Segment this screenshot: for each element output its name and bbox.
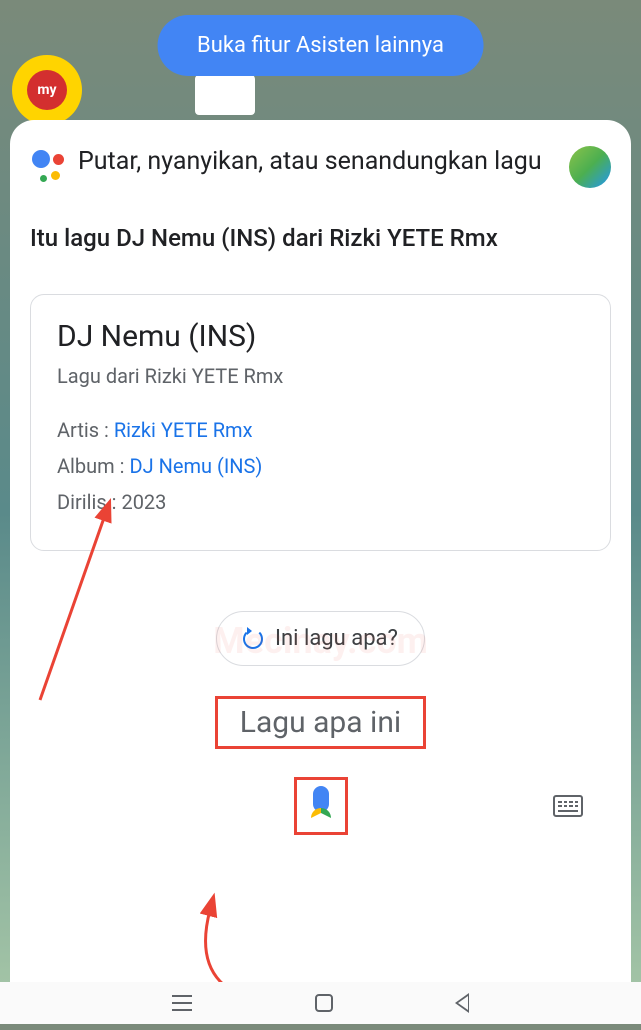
bg-app-icon: my xyxy=(27,70,67,110)
suggestion-chip-row: Ini lagu apa? xyxy=(30,611,611,666)
released-value: 2023 xyxy=(121,490,166,514)
song-artist-row: Artis : Rizki YETE Rmx xyxy=(57,418,584,442)
retry-song-chip[interactable]: Ini lagu apa? xyxy=(216,611,425,666)
nav-back-button[interactable] xyxy=(455,993,469,1013)
song-album-row: Album : DJ Nemu (INS) xyxy=(57,454,584,478)
android-nav-bar xyxy=(0,982,641,1024)
nav-home-button[interactable] xyxy=(315,994,333,1012)
google-assistant-icon xyxy=(30,148,66,184)
song-subtitle: Lagu dari Rizki YETE Rmx xyxy=(57,364,584,388)
keyboard-button[interactable] xyxy=(553,795,583,817)
refresh-icon xyxy=(243,629,263,649)
song-result-card[interactable]: DJ Nemu (INS) Lagu dari Rizki YETE Rmx A… xyxy=(30,294,611,551)
mic-stand-icon xyxy=(311,808,331,818)
user-query-text: Lagu apa ini xyxy=(240,705,401,740)
mic-highlight-box xyxy=(294,777,348,835)
song-released-row: Dirilis : 2023 xyxy=(57,490,584,514)
released-label: Dirilis : xyxy=(57,490,121,514)
assistant-more-features-button[interactable]: Buka fitur Asisten lainnya xyxy=(157,15,484,76)
user-query-highlight: Lagu apa ini xyxy=(215,696,426,749)
mic-button[interactable] xyxy=(307,786,335,826)
artist-label: Artis : xyxy=(57,418,114,442)
user-query-row: Lagu apa ini xyxy=(30,696,611,749)
assistant-more-label: Buka fitur Asisten lainnya xyxy=(197,33,444,58)
answer-text: Itu lagu DJ Nemu (INS) dari Rizki YETE R… xyxy=(30,223,611,254)
nav-recent-button[interactable] xyxy=(172,995,192,1011)
song-title: DJ Nemu (INS) xyxy=(57,319,584,354)
album-label: Album : xyxy=(57,454,129,478)
bg-app-mytelkomsel: my xyxy=(12,55,82,125)
keyboard-icon xyxy=(558,801,578,803)
artist-link[interactable]: Rizki YETE Rmx xyxy=(114,418,253,442)
chip-label: Ini lagu apa? xyxy=(275,626,398,651)
prompt-text: Putar, nyanyikan, atau senandungkan lagu xyxy=(78,144,557,179)
card-header: Putar, nyanyikan, atau senandungkan lagu xyxy=(30,144,611,188)
assistant-card: Putar, nyanyikan, atau senandungkan lagu… xyxy=(10,120,631,984)
user-avatar[interactable] xyxy=(569,146,611,188)
mic-row xyxy=(30,777,611,835)
bg-app-gallery xyxy=(195,75,255,115)
album-link[interactable]: DJ Nemu (INS) xyxy=(129,454,262,478)
